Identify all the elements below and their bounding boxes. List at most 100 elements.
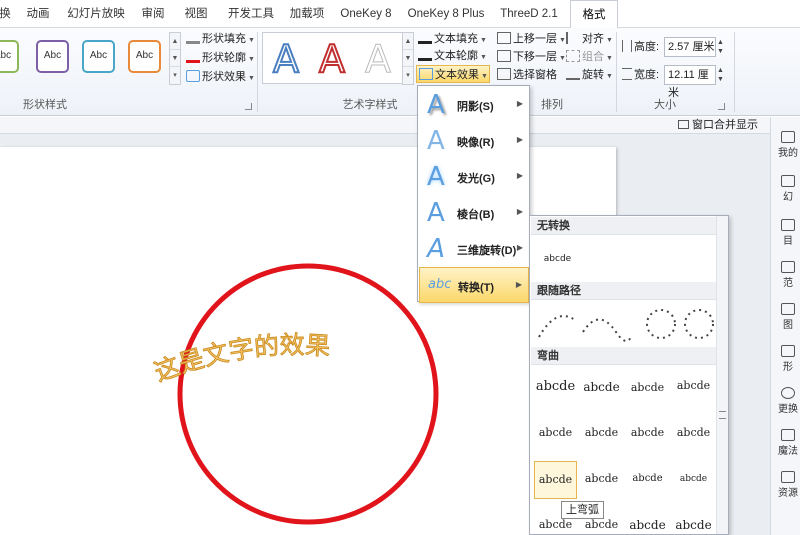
tab-transitions[interactable]: 换 bbox=[0, 0, 12, 28]
group-separator bbox=[616, 32, 617, 112]
tab-view[interactable]: 视图 bbox=[178, 0, 214, 28]
arrange-group-label: 排列 bbox=[541, 99, 563, 111]
bevel-icon: A bbox=[427, 198, 445, 228]
gallery-more-icon[interactable]: ▾ bbox=[403, 67, 413, 84]
selection-pane-button[interactable]: 选择窗格 bbox=[497, 66, 557, 84]
warp-cell-12[interactable]: abcde bbox=[672, 461, 715, 499]
tab-onekey8plus[interactable]: OneKey 8 Plus bbox=[404, 0, 488, 28]
pane-item-toc[interactable]: 目 bbox=[775, 219, 800, 247]
transform-none[interactable]: abcde bbox=[536, 241, 579, 279]
tab-review[interactable]: 审阅 bbox=[134, 0, 172, 28]
warp-cell-arch-up[interactable]: abcde bbox=[534, 461, 577, 499]
width-label: 宽度: bbox=[622, 66, 659, 84]
menu-item-reflection[interactable]: A 映像(R) ▶ bbox=[419, 123, 529, 159]
width-field[interactable]: 12.11 厘米 ▲ ▼ bbox=[664, 65, 724, 99]
scroll-down-icon[interactable]: ▼ bbox=[403, 50, 413, 67]
text-effects-button[interactable]: 文本效果 ▼ bbox=[416, 65, 490, 83]
tab-developer[interactable]: 开发工具 bbox=[222, 0, 280, 28]
shape-outline-button[interactable]: 形状轮廓 ▼ bbox=[186, 49, 255, 67]
align-button[interactable]: 对齐 ▼ bbox=[566, 30, 613, 48]
tab-addins[interactable]: 加载项 bbox=[284, 0, 330, 28]
warp-cell-11[interactable]: abcde bbox=[626, 461, 669, 499]
tab-animations[interactable]: 动画 bbox=[20, 0, 56, 28]
shape-styles-launcher-icon[interactable] bbox=[245, 103, 252, 110]
height-label: 高度: bbox=[622, 38, 659, 56]
bring-forward-button[interactable]: 上移一层 ▼ bbox=[497, 30, 566, 48]
warp-cell-6[interactable]: abcde bbox=[580, 415, 623, 453]
shape-style-scroll[interactable]: ▲ ▼ ▾ bbox=[169, 32, 181, 85]
wordart-style-3[interactable]: A bbox=[365, 37, 392, 82]
pane-item-image[interactable]: 图 bbox=[775, 303, 800, 331]
template-icon bbox=[781, 261, 795, 273]
pane-item-mine[interactable]: 我的 bbox=[775, 131, 800, 159]
group-button[interactable]: 组合 ▼ bbox=[566, 48, 613, 66]
rotate-button[interactable]: 旋转 ▼ bbox=[566, 66, 613, 84]
pane-item-slides[interactable]: 幻 bbox=[775, 175, 800, 203]
tab-onekey8[interactable]: OneKey 8 bbox=[336, 0, 396, 28]
tab-threed[interactable]: ThreeD 2.1 bbox=[496, 0, 562, 28]
shape-effects-button[interactable]: 形状效果 ▼ bbox=[186, 68, 255, 86]
warp-cell-10[interactable]: abcde bbox=[580, 461, 623, 499]
wordart-style-1[interactable]: A bbox=[272, 36, 300, 82]
warp-cell-5[interactable]: abcde bbox=[534, 415, 577, 453]
warp-cell-16[interactable]: abcde bbox=[672, 507, 715, 534]
tab-format[interactable]: 格式 bbox=[570, 0, 618, 29]
scroll-down-icon[interactable]: ▼ bbox=[170, 50, 180, 67]
paint-bucket-icon bbox=[186, 32, 200, 44]
follow-path-gallery bbox=[538, 309, 714, 342]
pane-item-template[interactable]: 范 bbox=[775, 261, 800, 289]
pane-item-resources[interactable]: 资源 bbox=[775, 471, 800, 499]
height-spinner[interactable]: ▲ ▼ bbox=[717, 38, 729, 56]
warp-cell-2[interactable]: abcde bbox=[580, 369, 623, 407]
shape-style-4[interactable]: Abc bbox=[128, 40, 161, 73]
shape-style-2[interactable]: Abc bbox=[36, 40, 69, 73]
warp-cell-4[interactable]: abcde bbox=[672, 369, 715, 407]
wordart-gallery-scroll[interactable]: ▲ ▼ ▾ bbox=[402, 32, 414, 85]
menu-item-bevel[interactable]: A 棱台(B) ▶ bbox=[419, 195, 529, 231]
warp-header: 弯曲 bbox=[531, 347, 717, 365]
menu-item-3d-rotation[interactable]: A 三维旋转(D) ▶ bbox=[419, 231, 529, 267]
pane-item-magic[interactable]: 魔法 bbox=[775, 429, 800, 457]
menu-item-glow[interactable]: A 发光(G) ▶ bbox=[419, 159, 529, 195]
window-merge-button[interactable]: 窗口合并显示 bbox=[678, 118, 758, 133]
path-circle[interactable] bbox=[646, 309, 676, 339]
height-field[interactable]: 2.57 厘米 ▲ ▼ bbox=[664, 37, 724, 57]
warp-cell-8[interactable]: abcde bbox=[672, 415, 715, 453]
wordart-style-2[interactable]: A bbox=[318, 36, 346, 82]
menu-item-shadow[interactable]: A 阴影(S) ▶ bbox=[419, 87, 529, 123]
warp-cell-3[interactable]: abcde bbox=[626, 369, 669, 407]
menu-item-transform[interactable]: abc 转换(T) ▶ bbox=[419, 267, 529, 303]
scroll-up-icon[interactable]: ▲ bbox=[403, 33, 413, 50]
3d-rotation-icon: A bbox=[424, 234, 448, 264]
group-separator bbox=[257, 32, 258, 112]
shape-style-1[interactable]: Abc bbox=[0, 40, 19, 73]
submenu-scrollbar[interactable] bbox=[716, 216, 728, 534]
shape-effects-icon bbox=[186, 70, 200, 82]
warp-cell-7[interactable]: abcde bbox=[626, 415, 669, 453]
text-effects-menu: A 阴影(S) ▶ A 映像(R) ▶ A 发光(G) ▶ A 棱台(B) ▶ A 三维… bbox=[417, 85, 530, 303]
pane-item-shape[interactable]: 形 bbox=[775, 345, 800, 373]
warp-cell-15[interactable]: abcde bbox=[626, 507, 669, 534]
path-arch-down[interactable] bbox=[582, 318, 632, 342]
width-spinner[interactable]: ▲ ▼ bbox=[717, 66, 729, 84]
size-launcher-icon[interactable] bbox=[718, 103, 725, 110]
path-arch-up[interactable] bbox=[538, 315, 576, 338]
pane-item-replace[interactable]: 更换 bbox=[775, 387, 800, 415]
shape-fill-button[interactable]: 形状填充 ▼ bbox=[186, 30, 255, 48]
ribbon: Abc Abc Abc Abc ▲ ▼ ▾ 形状填充▼ 形状轮廓▼ 形状效果▼ … bbox=[0, 28, 800, 116]
path-button[interactable] bbox=[684, 309, 714, 339]
tab-slideshow[interactable]: 幻灯片放映 bbox=[62, 0, 130, 28]
send-backward-button[interactable]: 下移一层 ▼ bbox=[497, 48, 566, 66]
gallery-more-icon[interactable]: ▾ bbox=[170, 67, 180, 84]
text-fill-button[interactable]: 文本填充 ▼ bbox=[418, 30, 487, 48]
scroll-up-icon[interactable]: ▲ bbox=[170, 33, 180, 50]
scroll-grip-icon[interactable] bbox=[719, 411, 726, 419]
red-circle-shape[interactable] bbox=[177, 263, 439, 525]
tooltip-arch-up: 上弯弧 bbox=[561, 501, 604, 519]
wordart-arched-text[interactable]: 这是文字的效果 bbox=[150, 330, 332, 387]
shape-style-3[interactable]: Abc bbox=[82, 40, 115, 73]
text-outline-button[interactable]: 文本轮廓 ▼ bbox=[418, 47, 487, 65]
warp-cell-1[interactable]: abcde bbox=[534, 369, 577, 407]
ribbon-tab-bar: 换 动画 幻灯片放映 审阅 视图 开发工具 加载项 OneKey 8 OneKe… bbox=[0, 0, 800, 29]
send-backward-icon bbox=[497, 50, 511, 62]
